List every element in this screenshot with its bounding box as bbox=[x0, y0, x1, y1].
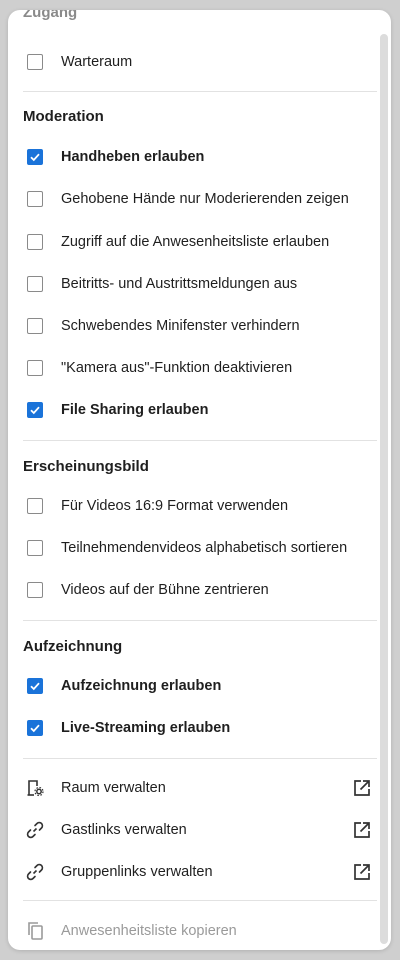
checkbox[interactable] bbox=[27, 191, 43, 207]
external-link-icon bbox=[354, 780, 370, 796]
option-label: Für Videos 16:9 Format verwenden bbox=[61, 498, 289, 514]
action-gruppenlinks-verwalten[interactable]: Gruppenlinks verwalten bbox=[23, 857, 378, 887]
option-kamera-aus[interactable]: "Kamera aus"-Funktion deaktivieren bbox=[23, 353, 378, 383]
link-icon bbox=[26, 863, 44, 881]
section-title-zugang: Zugang bbox=[23, 10, 78, 21]
option-label: Teilnehmendenvideos alphabetisch sortier… bbox=[61, 540, 348, 556]
option-beitritts-meldungen[interactable]: Beitritts- und Austrittsmeldungen aus bbox=[23, 269, 378, 299]
checkbox[interactable] bbox=[27, 234, 43, 250]
option-label: Zugriff auf die Anwesenheitsliste erlaub… bbox=[61, 234, 330, 250]
section-title-aufzeichnung: Aufzeichnung bbox=[23, 638, 123, 655]
option-label: Aufzeichnung erlauben bbox=[61, 678, 222, 694]
checkbox[interactable] bbox=[27, 582, 43, 598]
checkmark-icon bbox=[30, 153, 40, 162]
option-live-streaming-erlauben[interactable]: Live-Streaming erlauben bbox=[23, 713, 378, 743]
option-label: Live-Streaming erlauben bbox=[61, 720, 231, 736]
option-aufzeichnung-erlauben[interactable]: Aufzeichnung erlauben bbox=[23, 671, 378, 701]
option-buehne-zentrieren[interactable]: Videos auf der Bühne zentrieren bbox=[23, 575, 378, 605]
option-label: Schwebendes Minifenster verhindern bbox=[61, 318, 300, 334]
option-label: "Kamera aus"-Funktion deaktivieren bbox=[61, 360, 293, 376]
action-label: Gruppenlinks verwalten bbox=[61, 864, 213, 880]
checkbox[interactable] bbox=[27, 318, 43, 334]
action-label: Gastlinks verwalten bbox=[61, 822, 187, 838]
room-settings-icon bbox=[27, 780, 44, 797]
copy-icon bbox=[28, 922, 43, 940]
divider bbox=[23, 900, 377, 901]
checkbox[interactable] bbox=[27, 276, 43, 292]
checkbox[interactable] bbox=[27, 540, 43, 556]
divider bbox=[23, 91, 377, 92]
checkbox[interactable] bbox=[27, 149, 43, 165]
room-settings-menu: Zugang Warteraum Moderation Handheben er… bbox=[8, 10, 391, 950]
checkbox[interactable] bbox=[27, 720, 43, 736]
option-label: Warteraum bbox=[61, 54, 133, 70]
checkbox[interactable] bbox=[27, 678, 43, 694]
action-label: Anwesenheitsliste kopieren bbox=[61, 923, 237, 939]
option-label: Beitritts- und Austrittsmeldungen aus bbox=[61, 276, 298, 292]
option-anwesenheitsliste-zugriff[interactable]: Zugriff auf die Anwesenheitsliste erlaub… bbox=[23, 227, 378, 257]
checkmark-icon bbox=[30, 406, 40, 415]
option-gehobene-haende[interactable]: Gehobene Hände nur Moderierenden zeigen bbox=[23, 184, 378, 214]
action-raum-verwalten[interactable]: Raum verwalten bbox=[23, 773, 378, 803]
option-file-sharing[interactable]: File Sharing erlauben bbox=[23, 395, 378, 425]
option-alphabetisch-sortieren[interactable]: Teilnehmendenvideos alphabetisch sortier… bbox=[23, 533, 378, 563]
scrollbar[interactable] bbox=[380, 34, 388, 944]
divider bbox=[23, 440, 377, 441]
option-handheben-erlauben[interactable]: Handheben erlauben bbox=[23, 142, 378, 172]
option-warteraum[interactable]: Warteraum bbox=[23, 47, 378, 77]
option-label: File Sharing erlauben bbox=[61, 402, 209, 418]
link-icon bbox=[26, 821, 44, 839]
checkmark-icon bbox=[30, 724, 40, 733]
option-label: Handheben erlauben bbox=[61, 149, 205, 165]
checkbox[interactable] bbox=[27, 54, 43, 70]
external-link-icon bbox=[354, 822, 370, 838]
action-gastlinks-verwalten[interactable]: Gastlinks verwalten bbox=[23, 815, 378, 845]
divider bbox=[23, 758, 377, 759]
external-link-icon bbox=[354, 864, 370, 880]
checkbox[interactable] bbox=[27, 402, 43, 418]
checkbox[interactable] bbox=[27, 498, 43, 514]
option-minifenster[interactable]: Schwebendes Minifenster verhindern bbox=[23, 311, 378, 341]
action-label: Raum verwalten bbox=[61, 780, 166, 796]
option-16-9-format[interactable]: Für Videos 16:9 Format verwenden bbox=[23, 491, 378, 521]
action-anwesenheitsliste-kopieren[interactable]: Anwesenheitsliste kopieren bbox=[23, 916, 378, 946]
option-label: Videos auf der Bühne zentrieren bbox=[61, 582, 269, 598]
checkmark-icon bbox=[30, 682, 40, 691]
section-title-moderation: Moderation bbox=[23, 108, 104, 125]
section-title-erscheinungsbild: Erscheinungsbild bbox=[23, 458, 149, 475]
divider bbox=[23, 620, 377, 621]
checkbox[interactable] bbox=[27, 360, 43, 376]
option-label: Gehobene Hände nur Moderierenden zeigen bbox=[61, 191, 349, 207]
